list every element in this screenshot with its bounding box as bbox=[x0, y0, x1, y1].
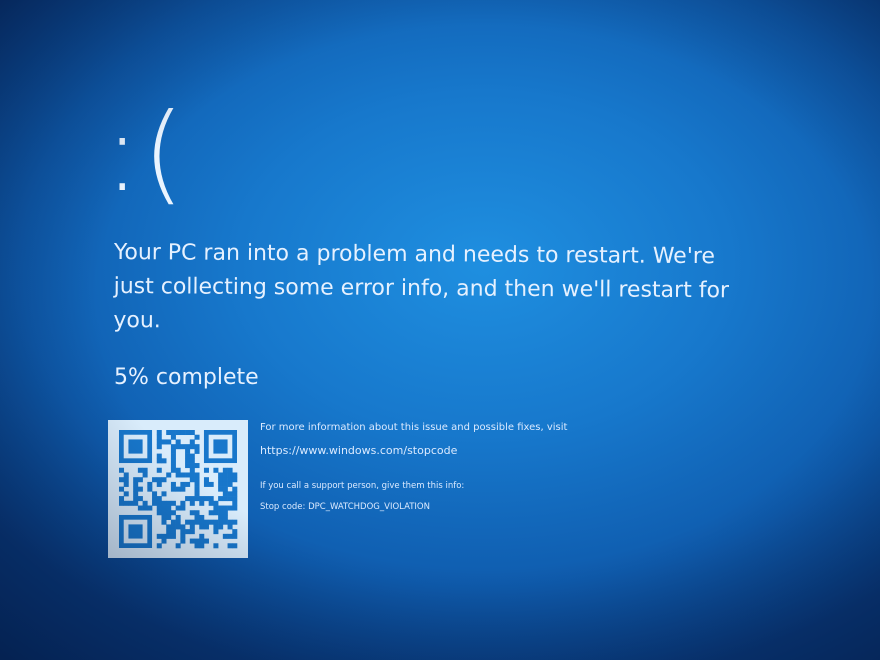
progress-status: 5% complete bbox=[114, 365, 259, 390]
sad-face-icon: :( bbox=[104, 91, 187, 216]
qr-code-graphic bbox=[119, 430, 238, 549]
stop-code: Stop code: DPC_WATCHDOG_VIOLATION bbox=[260, 502, 430, 512]
support-text: If you call a support person, give them … bbox=[260, 481, 465, 491]
stopcode-url[interactable]: https://www.windows.com/stopcode bbox=[260, 444, 457, 457]
more-info-text: For more information about this issue an… bbox=[260, 422, 568, 433]
error-message: Your PC ran into a problem and needs to … bbox=[113, 239, 730, 334]
qr-code-icon bbox=[108, 420, 248, 558]
bsod-screen: :( Your PC ran into a problem and needs … bbox=[0, 0, 880, 660]
